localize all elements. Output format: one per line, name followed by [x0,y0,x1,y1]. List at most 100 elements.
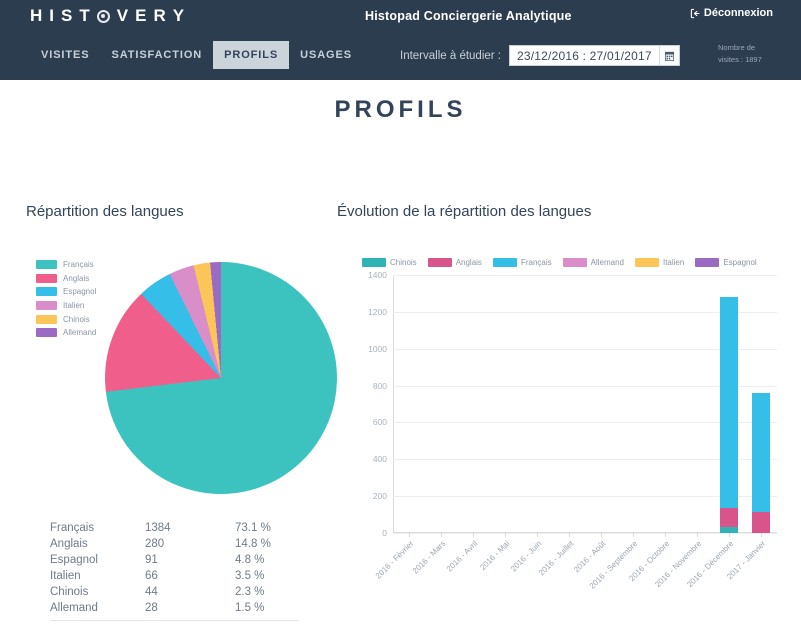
bar-legend-swatch [362,258,386,267]
nav-item-visites[interactable]: VISITES [30,41,100,69]
pie-legend-label: Italien [63,301,85,311]
date-range-value[interactable]: 23/12/2016 : 27/01/2017 [510,46,659,65]
pie-legend-item[interactable]: Espagnol [36,285,96,299]
bar-legend-swatch [562,258,587,267]
logout-label: Déconnexion [703,7,773,19]
logo-o-icon [96,9,110,23]
table-cell-percent: 1.5 % [235,602,265,614]
logo-letter: I [49,6,62,25]
x-axis-tick-label: 2016 - Février [373,539,416,581]
app-title: Histopad Conciergerie Analytique [365,9,572,23]
pie-legend-swatch [36,314,57,324]
pie-legend-item[interactable]: Italien [36,299,96,313]
nav-item-usages[interactable]: USAGES [289,41,363,69]
date-range-control: Intervalle à étudier : 23/12/2016 : 27/0… [400,45,680,66]
nav-item-satisfaction[interactable]: SATISFACTION [100,41,213,69]
table-cell-percent: 14.8 % [235,538,271,550]
y-axis-tick-label: 400 [372,454,387,465]
logo-letter: S [61,6,80,25]
x-axis-tick [473,533,474,537]
x-axis-tick [569,533,570,537]
pie-legend: Français Anglais Espagnol Italien Chinois All… [36,258,96,340]
pie-legend-item[interactable]: Allemand [36,326,96,340]
y-axis-tick-label: 1000 [368,343,387,354]
table-cell-language: Espagnol [50,554,98,566]
logo-letter: H [30,6,50,25]
logo-letter: T [79,6,97,25]
table-cell-count: 28 [145,602,158,614]
x-axis-tick [729,533,730,537]
page-title: PROFILS [334,96,467,123]
bar-legend-item[interactable]: Italien [634,258,684,267]
table-cell-language: Allemand [50,602,98,614]
logout-icon [690,8,701,19]
pie-legend-item[interactable]: Chinois [36,312,96,326]
table-row: Italien 66 3.5 % [50,568,310,584]
date-range-input[interactable]: 23/12/2016 : 27/01/2017 [509,45,680,66]
table-row: Anglais 280 14.8 % [50,536,310,552]
pie-legend-swatch [36,273,57,283]
pie-legend-label: Chinois [63,314,90,324]
bar-legend-item[interactable]: Chinois [362,258,417,267]
y-axis-tick-label: 1400 [368,270,387,280]
bar-segment[interactable] [751,511,771,533]
bar-legend-swatch [427,258,452,267]
nav-item-profils[interactable]: PROFILS [213,41,290,69]
x-axis-tick [505,533,506,537]
x-axis-tick-label: 2016 - Mai [478,539,512,573]
x-axis-tick [633,533,634,537]
bar-panel-title: Évolution de la répartition des langues [337,203,592,220]
logo-letter: R [153,6,173,25]
x-axis-tick [537,533,538,537]
histovery-logo[interactable]: HISTVERY [30,6,191,26]
x-axis-tick-label: 2016 - Avril [444,539,480,574]
table-cell-count: 44 [145,586,158,598]
y-axis [393,275,394,533]
table-cell-percent: 73.1 % [235,522,271,534]
x-axis-tick [601,533,602,537]
table-cell-language: Chinois [50,586,89,598]
y-axis-tick-label: 0 [382,528,387,538]
table-cell-percent: 4.8 % [235,554,265,566]
calendar-icon[interactable] [658,46,679,65]
bar-legend-item[interactable]: Français [492,258,552,267]
x-axis-tick [441,533,442,537]
bar-segment[interactable] [719,527,739,533]
x-axis-tick [761,533,762,537]
bar-column[interactable] [719,297,739,533]
y-axis-tick-label: 800 [372,380,387,391]
y-axis-tick-label: 600 [372,417,387,428]
table-cell-language: Anglais [50,538,88,550]
pie-legend-label: Français [63,260,94,270]
gridline [393,533,777,534]
table-row: Allemand 28 1.5 % [50,600,310,616]
bar-segment[interactable] [719,297,739,509]
logout-button[interactable]: Déconnexion [690,7,773,19]
bar-legend-item[interactable]: Espagnol [695,258,757,267]
language-evolution-bar-chart: Chinois Anglais Français Allemand Italien Esp… [337,250,787,620]
pie-graphic [105,262,337,494]
bar-plot-area: 0 200 400 600 800 1000 1200 1400 2016 - Février 2… [368,270,777,591]
bar-legend-label: Anglais [455,258,482,267]
table-cell-percent: 2.3 % [235,586,265,598]
pie-legend-item[interactable]: Anglais [36,272,96,286]
x-axis-tick [697,533,698,537]
x-axis-tick-label: 2016 - Mars [410,539,448,576]
bar-segment[interactable] [751,392,771,512]
pie-panel-title: Répartition des langues [26,203,184,220]
bar-column[interactable] [751,392,771,533]
pie-legend-label: Allemand [63,328,97,338]
logo-letter: E [135,6,154,25]
bar-segment[interactable] [719,508,739,528]
pie-legend-item[interactable]: Français [36,258,96,272]
visit-count: Nombre de visites : 1897 [718,42,788,65]
pie-legend-label: Anglais [63,273,90,283]
table-cell-count: 280 [145,538,165,550]
top-header-bar: HISTVERY Histopad Conciergerie Analytiqu… [0,0,801,80]
bar-legend-label: Espagnol [723,258,757,267]
table-cell-language: Italien [50,570,81,582]
pie-legend-swatch [36,260,57,270]
x-axis-tick [409,533,410,537]
bar-legend-item[interactable]: Allemand [562,258,624,267]
bar-legend-item[interactable]: Anglais [427,258,482,267]
